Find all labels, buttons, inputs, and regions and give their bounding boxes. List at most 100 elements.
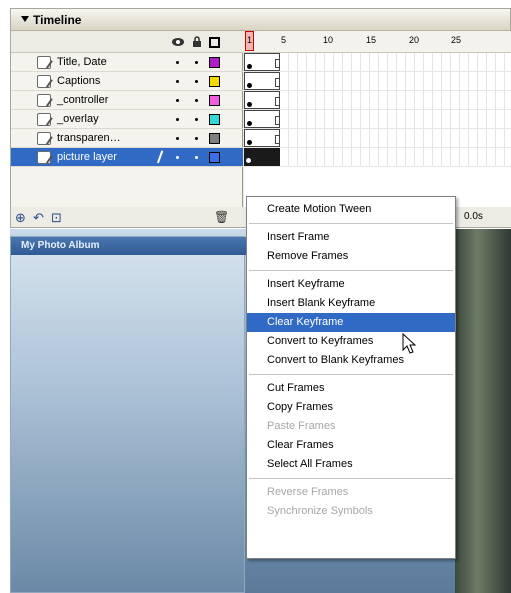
lock-toggle[interactable] <box>195 118 198 121</box>
layer-row[interactable]: _controller <box>11 91 243 110</box>
end-frame-marker <box>275 116 280 125</box>
insert-layer-icon[interactable]: ⊕ <box>15 210 26 226</box>
menu-item-insert-blank-keyframe[interactable]: Insert Blank Keyframe <box>247 294 455 313</box>
outline-color-swatch[interactable] <box>209 133 220 144</box>
menu-separator <box>249 223 453 224</box>
lock-icon[interactable] <box>191 36 203 48</box>
menu-item-insert-frame[interactable]: Insert Frame <box>247 228 455 247</box>
ruler-number: 1 <box>247 35 253 45</box>
menu-item-create-motion-tween[interactable]: Create Motion Tween <box>247 200 455 219</box>
menu-item-insert-keyframe[interactable]: Insert Keyframe <box>247 275 455 294</box>
menu-item-convert-to-keyframes[interactable]: Convert to Keyframes <box>247 332 455 351</box>
outline-color-swatch[interactable] <box>209 114 220 125</box>
end-frame-marker <box>275 59 280 68</box>
menu-item-paste-frames: Paste Frames <box>267 420 336 432</box>
add-motion-guide-icon[interactable]: ↶ <box>33 210 44 226</box>
frame-row[interactable] <box>244 91 511 110</box>
layer-row[interactable]: Captions <box>11 72 243 91</box>
layer-row[interactable]: Title, Date <box>11 53 243 72</box>
ruler-number: 10 <box>323 35 334 45</box>
keyframe-span[interactable] <box>244 72 280 90</box>
lock-toggle[interactable] <box>195 99 198 102</box>
ruler-number: 15 <box>366 35 377 45</box>
layer-icon <box>37 75 51 88</box>
keyframe-dot <box>247 102 252 107</box>
ruler-number: 5 <box>281 35 287 45</box>
keyframe-dot <box>247 64 252 69</box>
keyframe-span[interactable] <box>244 110 280 128</box>
menu-separator <box>249 478 453 479</box>
outline-color-swatch[interactable] <box>209 76 220 87</box>
frame-row[interactable] <box>244 148 511 167</box>
visibility-toggle[interactable] <box>176 118 179 121</box>
outline-icon[interactable] <box>209 37 220 48</box>
insert-folder-icon[interactable]: ⊡ <box>51 210 62 226</box>
lock-toggle[interactable] <box>195 80 198 83</box>
keyframe-dot <box>247 121 252 126</box>
visibility-toggle[interactable] <box>176 99 179 102</box>
menu-separator <box>249 374 453 375</box>
layer-row[interactable]: picture layer <box>11 148 243 167</box>
visibility-toggle[interactable] <box>176 137 179 140</box>
layer-name: _controller <box>57 94 109 106</box>
menu-item-convert-to-blank-keyframes[interactable]: Convert to Blank Keyframes <box>247 351 455 370</box>
menu-item-reverse-frames: Reverse Frames <box>267 486 349 498</box>
eye-icon[interactable] <box>171 36 184 48</box>
layer-name: transparen… <box>57 132 121 144</box>
collapse-triangle-icon[interactable] <box>21 16 29 22</box>
ruler-number: 25 <box>451 35 462 45</box>
menu-item-select-all-frames[interactable]: Select All Frames <box>247 455 455 474</box>
outline-color-swatch[interactable] <box>209 57 220 68</box>
keyframe-dot <box>247 83 252 88</box>
frame-row[interactable] <box>244 129 511 148</box>
cliff-photo <box>455 229 511 593</box>
keyframe-span[interactable] <box>244 53 280 71</box>
frame-row[interactable] <box>244 72 511 91</box>
keyframe-dot <box>247 140 252 145</box>
layer-icon <box>37 132 51 145</box>
layer-row[interactable]: _overlay <box>11 110 243 129</box>
trash-icon[interactable]: 🗑 <box>214 210 229 224</box>
frame-ruler[interactable]: 1 5 10 15 20 25 <box>244 31 511 53</box>
photo-album-window: My Photo Album <box>10 236 246 593</box>
context-menu: Create Motion Tween Insert Frame Remove Fr… <box>246 196 456 559</box>
layer-tools: ⊕ ↶ ⊡ 🗑 <box>11 207 243 227</box>
keyframe-span[interactable] <box>244 91 280 109</box>
layer-name: Captions <box>57 75 101 87</box>
layer-icon <box>37 113 51 126</box>
timeline-header[interactable]: Timeline <box>11 9 510 31</box>
frame-row[interactable] <box>244 53 511 72</box>
ruler-number: 20 <box>409 35 420 45</box>
layer-name: Title, Date <box>57 56 107 68</box>
menu-item-remove-frames[interactable]: Remove Frames <box>247 247 455 266</box>
outline-color-swatch[interactable] <box>209 152 220 163</box>
keyframe-dot <box>246 158 251 163</box>
layer-icon <box>37 94 51 107</box>
frame-row[interactable] <box>244 110 511 129</box>
menu-item-clear-frames[interactable]: Clear Frames <box>247 436 455 455</box>
layer-icon <box>37 151 51 164</box>
photo-album-title: My Photo Album <box>11 237 246 255</box>
visibility-toggle[interactable] <box>176 80 179 83</box>
visibility-toggle[interactable] <box>176 61 179 64</box>
lock-toggle[interactable] <box>195 156 198 159</box>
keyframe-span[interactable] <box>244 129 280 147</box>
end-frame-marker <box>275 135 280 144</box>
layer-list: Title, Date Captions _controller _overlaytr… <box>11 31 243 207</box>
menu-item-clear-keyframe[interactable]: Clear Keyframe <box>247 313 455 332</box>
frames-grid[interactable]: 1 5 10 15 20 25 <box>244 31 511 207</box>
pencil-icon <box>156 150 168 165</box>
outline-color-swatch[interactable] <box>209 95 220 106</box>
end-frame-marker <box>275 97 280 106</box>
cursor-icon <box>402 333 417 354</box>
layer-column-header <box>11 31 243 53</box>
keyframe-span[interactable] <box>244 148 280 166</box>
menu-item-cut-frames[interactable]: Cut Frames <box>247 379 455 398</box>
layer-row[interactable]: transparen… <box>11 129 243 148</box>
menu-item-copy-frames[interactable]: Copy Frames <box>247 398 455 417</box>
lock-toggle[interactable] <box>195 137 198 140</box>
lock-toggle[interactable] <box>195 61 198 64</box>
layer-name: _overlay <box>57 113 99 125</box>
menu-separator <box>249 270 453 271</box>
visibility-toggle[interactable] <box>176 156 179 159</box>
